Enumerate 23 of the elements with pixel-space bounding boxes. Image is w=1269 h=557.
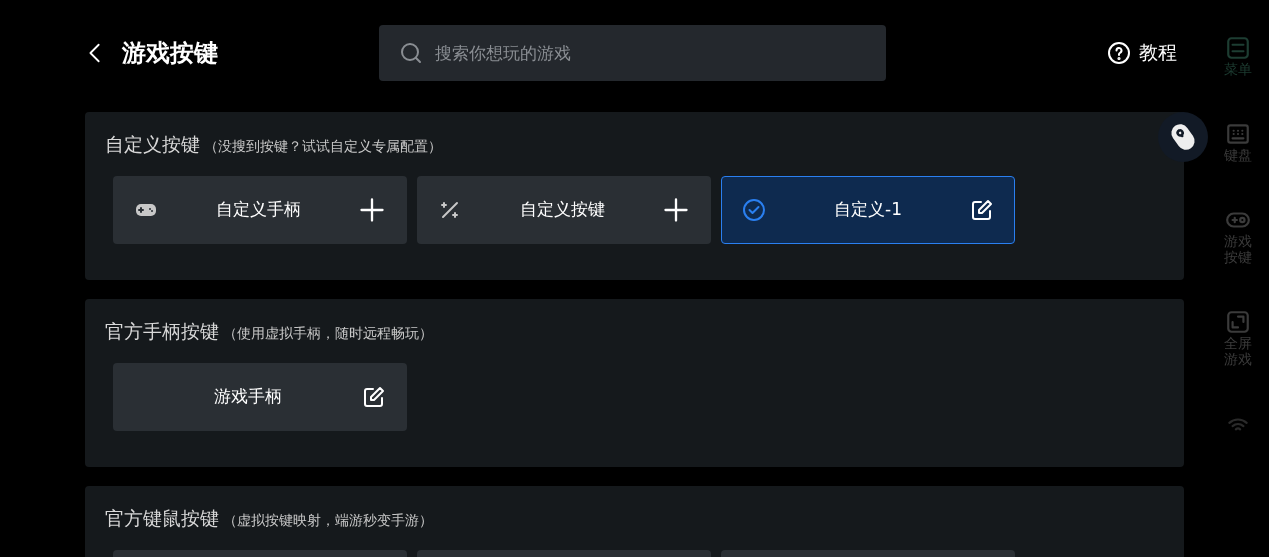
help-button[interactable]: 教程 [1107, 38, 1177, 67]
section-title: 自定义按键 [105, 132, 200, 157]
preset-tile[interactable]: 自定义-1 [721, 175, 1015, 244]
section-hint: （虚拟按键映射，端游秒变手游） [223, 511, 433, 530]
plus-icon [358, 195, 386, 224]
fullscreen-icon [1224, 309, 1251, 336]
page-title: 游戏按键 [122, 37, 219, 69]
section-title: 官方手柄按键 [105, 319, 219, 344]
check-circle-icon [742, 197, 766, 222]
plus-icon [662, 195, 690, 224]
section-hint: （没搜到按键？试试自定义专属配置） [204, 137, 442, 156]
edit-icon [970, 197, 994, 222]
preset-tile[interactable]: 游戏手柄 [113, 362, 407, 431]
section-title: 官方键鼠按键 [105, 506, 219, 531]
menu-icon [1224, 35, 1251, 61]
mouse-button[interactable] [1158, 112, 1208, 162]
search-icon [399, 40, 423, 65]
edit-icon [362, 384, 386, 409]
help-icon [1107, 40, 1131, 65]
section-hint: （使用虚拟手柄，随时远程畅玩） [223, 324, 433, 343]
search-field[interactable]: 搜索你想玩的游戏 [379, 24, 886, 81]
preset-tile[interactable]: 自定义手柄 [113, 175, 407, 244]
preset-tile[interactable]: 自定义按键 [417, 175, 711, 244]
